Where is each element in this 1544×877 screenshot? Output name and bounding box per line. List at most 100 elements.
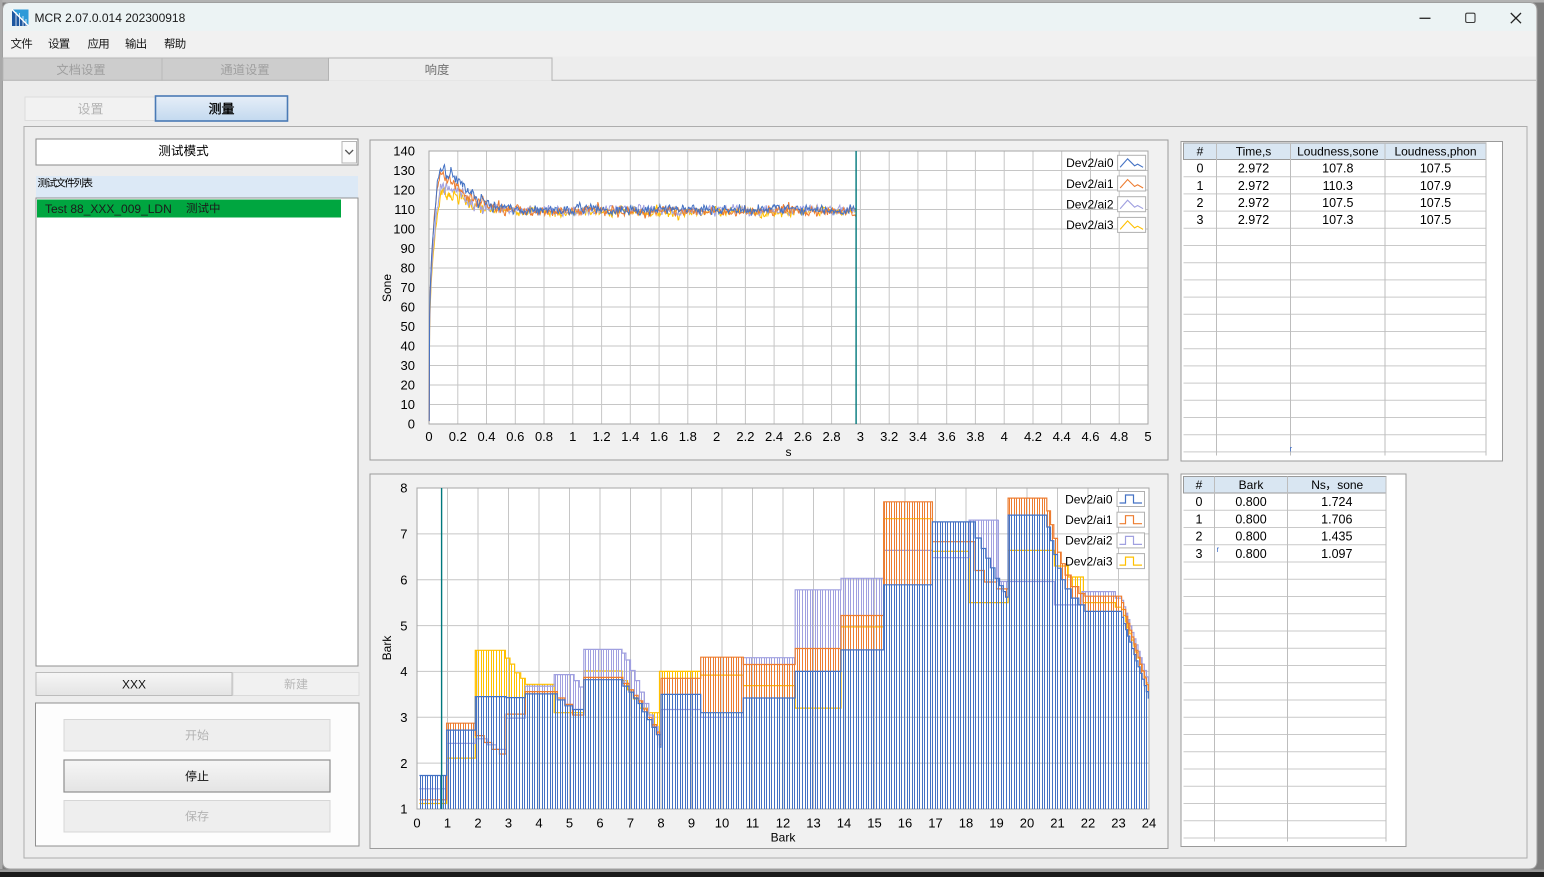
svg-text:16: 16 [898,816,912,831]
svg-text:2.2: 2.2 [736,429,754,444]
svg-text:2.8: 2.8 [823,429,841,444]
svg-text:2.972: 2.972 [1238,162,1269,176]
svg-text:Loudness,sone: Loudness,sone [1297,145,1379,159]
svg-text:3.4: 3.4 [909,429,927,444]
svg-text:107.5: 107.5 [1322,196,1353,210]
svg-text:107.9: 107.9 [1420,179,1451,193]
svg-text:r: r [1290,445,1293,454]
svg-text:Bark: Bark [771,831,797,845]
svg-text:23: 23 [1111,816,1125,831]
svg-text:0.800: 0.800 [1235,512,1266,526]
svg-text:4.8: 4.8 [1110,429,1128,444]
svg-text:11: 11 [746,816,760,831]
svg-text:107.3: 107.3 [1322,213,1353,227]
svg-text:4.4: 4.4 [1053,429,1071,444]
svg-text:0.800: 0.800 [1235,495,1266,509]
svg-text:21: 21 [1050,816,1064,831]
svg-text:110.3: 110.3 [1323,179,1353,193]
svg-text:3: 3 [1197,213,1204,227]
svg-text:3.6: 3.6 [938,429,956,444]
svg-text:5: 5 [400,618,407,633]
svg-text:0.4: 0.4 [477,429,495,444]
svg-text:140: 140 [393,144,415,159]
svg-text:130: 130 [393,163,415,178]
svg-text:Dev2/ai2: Dev2/ai2 [1066,198,1114,212]
svg-text:2: 2 [474,816,481,831]
svg-text:3: 3 [400,710,407,725]
svg-text:5: 5 [1144,429,1151,444]
svg-text:4: 4 [1001,429,1008,444]
svg-text:0.8: 0.8 [535,429,553,444]
svg-text:2: 2 [713,429,720,444]
svg-text:Sone: Sone [380,274,394,302]
svg-text:7: 7 [400,527,407,542]
svg-text:1.724: 1.724 [1321,495,1352,509]
svg-text:70: 70 [401,280,415,295]
svg-text:Dev2/ai0: Dev2/ai0 [1066,156,1114,170]
svg-text:2.6: 2.6 [794,429,812,444]
svg-text:13: 13 [806,816,820,831]
svg-text:40: 40 [401,339,415,354]
svg-text:4: 4 [400,664,407,679]
svg-text:107.5: 107.5 [1420,213,1451,227]
svg-text:10: 10 [715,816,729,831]
svg-text:sone: sone [1337,478,1363,492]
svg-text:1: 1 [444,816,451,831]
svg-text:Dev2/ai3: Dev2/ai3 [1066,218,1114,232]
svg-text:0: 0 [413,816,420,831]
svg-text:4.2: 4.2 [1024,429,1042,444]
svg-text:r: r [1217,545,1220,554]
svg-text:12: 12 [776,816,790,831]
svg-text:8: 8 [400,481,407,496]
svg-text:110: 110 [394,202,415,217]
svg-text:6: 6 [400,572,407,587]
svg-text:2.972: 2.972 [1238,196,1269,210]
svg-text:4.6: 4.6 [1081,429,1099,444]
svg-text:1: 1 [1196,512,1203,526]
svg-text:3: 3 [857,429,864,444]
svg-text:1: 1 [1197,179,1204,193]
svg-text:1.8: 1.8 [679,429,697,444]
svg-text:30: 30 [401,358,415,373]
svg-text:Bark: Bark [1239,478,1265,492]
svg-text:1.2: 1.2 [593,429,611,444]
svg-text:0: 0 [408,417,415,432]
svg-text:22: 22 [1081,816,1095,831]
svg-text:2.4: 2.4 [765,429,783,444]
svg-text:4: 4 [535,816,542,831]
svg-text:1.4: 1.4 [621,429,639,444]
svg-text:2: 2 [400,756,407,771]
svg-text:107.5: 107.5 [1420,162,1451,176]
svg-text:3: 3 [505,816,512,831]
svg-text:0: 0 [1197,162,1204,176]
svg-text:80: 80 [401,261,415,276]
svg-text:0.800: 0.800 [1235,530,1266,544]
svg-text:1: 1 [569,429,576,444]
svg-text:8: 8 [657,816,664,831]
svg-text:Dev2/ai2: Dev2/ai2 [1065,534,1113,548]
svg-text:Dev2/ai1: Dev2/ai1 [1066,177,1114,191]
svg-text:2: 2 [1196,530,1203,544]
svg-text:1.706: 1.706 [1321,512,1352,526]
svg-text:s: s [786,445,792,459]
svg-text:100: 100 [393,222,415,237]
svg-text:6: 6 [596,816,603,831]
svg-text:3.2: 3.2 [880,429,898,444]
svg-text:0.800: 0.800 [1235,547,1266,561]
svg-text:120: 120 [393,183,415,198]
svg-text:#: # [1196,478,1203,492]
svg-text:107.5: 107.5 [1420,196,1451,210]
svg-text:0: 0 [425,429,432,444]
svg-text:10: 10 [401,397,415,412]
svg-text:5: 5 [566,816,573,831]
svg-text:90: 90 [401,241,415,256]
svg-text:Time,s: Time,s [1236,145,1272,159]
svg-text:Dev2/ai1: Dev2/ai1 [1065,513,1113,527]
svg-text:50: 50 [401,319,415,334]
svg-text:19: 19 [989,816,1003,831]
svg-text:15: 15 [867,816,881,831]
svg-text:20: 20 [1020,816,1034,831]
svg-text:1: 1 [400,802,407,817]
svg-text:1.097: 1.097 [1321,547,1352,561]
svg-text:Bark: Bark [380,635,394,661]
